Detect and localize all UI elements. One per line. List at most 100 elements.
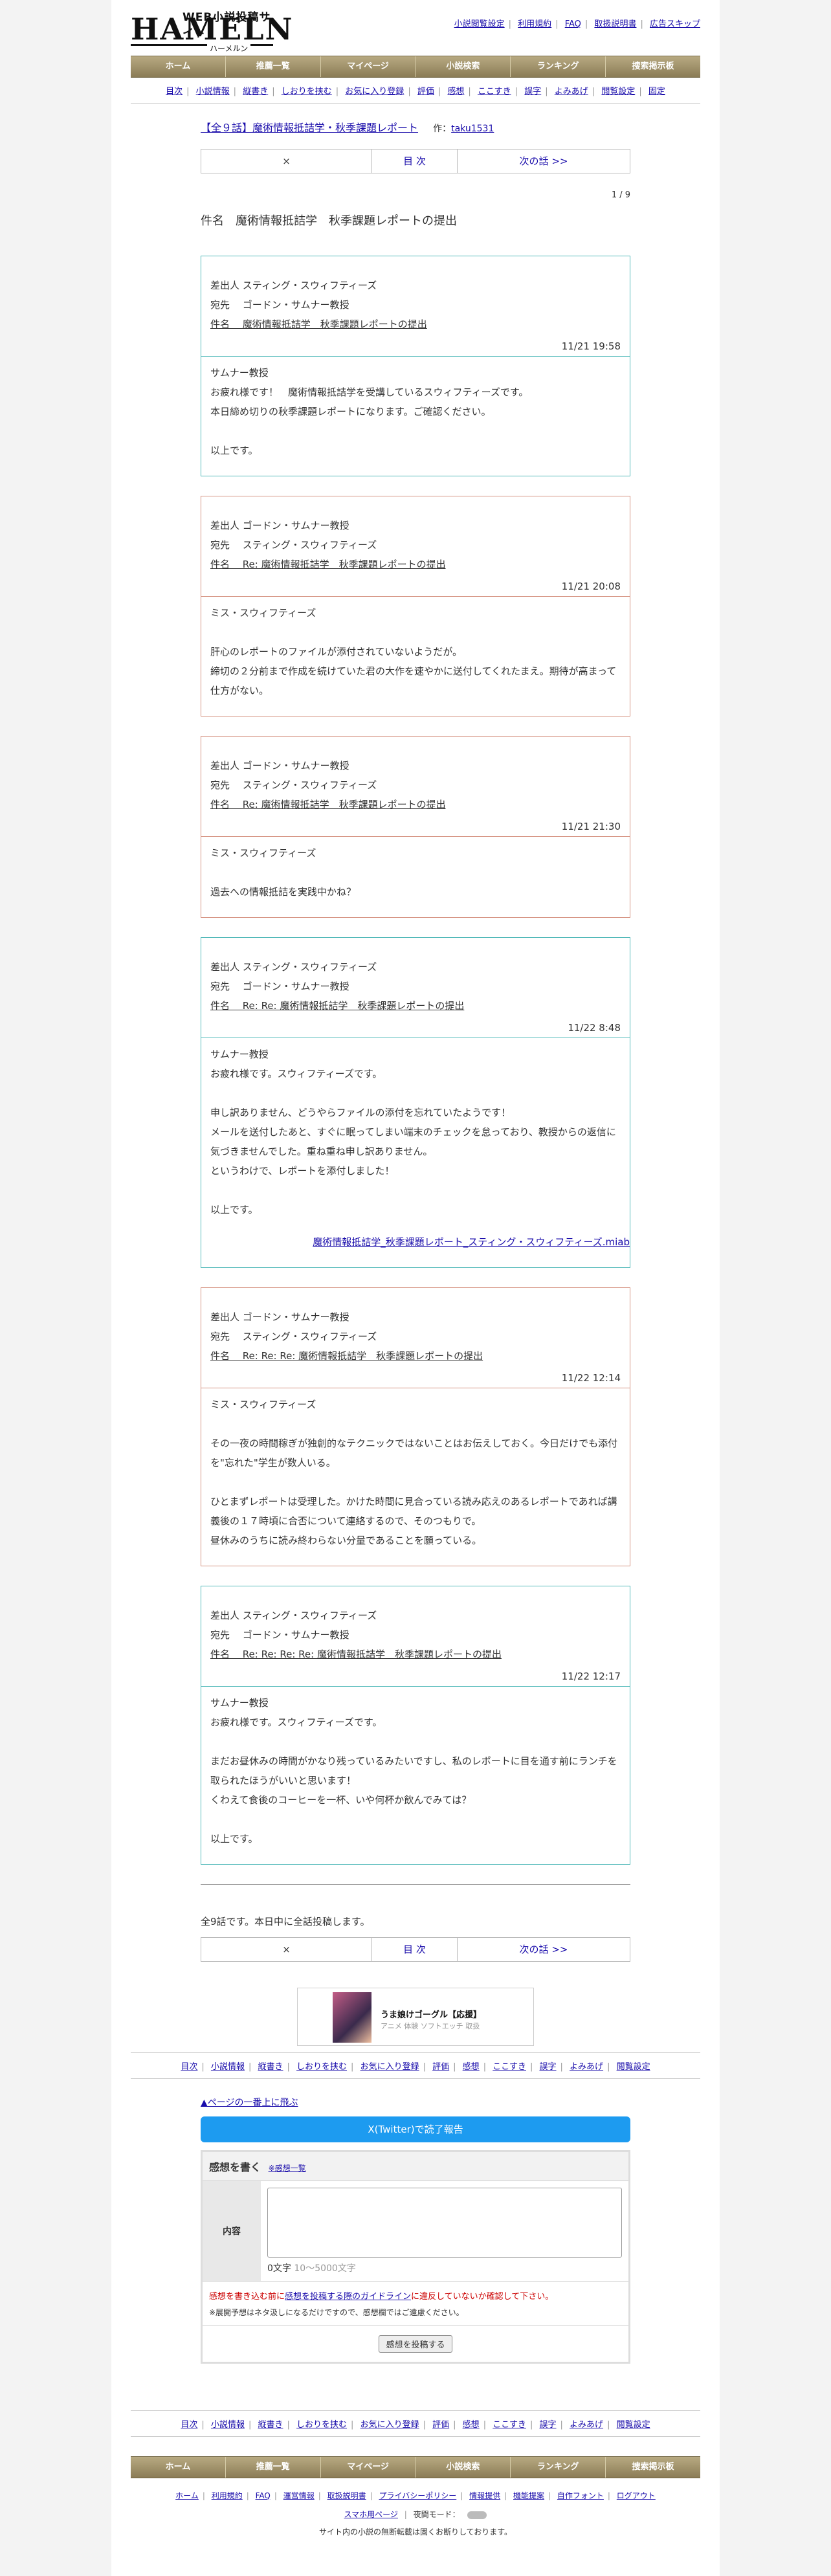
subnav-typo[interactable]: 誤字 xyxy=(524,87,541,96)
top-link-ad-skip[interactable]: 広告スキップ xyxy=(650,19,700,29)
mail-subject: 件名 Re: Re: Re: Re: 魔術情報抵詰学 秋季課題レポートの提出 xyxy=(210,1649,502,1660)
footer-link-font[interactable]: 自作フォント xyxy=(557,2491,604,2500)
nav-ranking[interactable]: ランキング xyxy=(511,56,606,77)
page: WEB小説投稿サイト HAMELN ハーメルン 小説閲覧設定 | 利用規約 | FA… xyxy=(111,0,720,2576)
ad-banner[interactable]: うま娘けゴーグル【応援】 アニメ 体験 ソフトエッチ 取扱 xyxy=(297,1988,534,2046)
warn-suffix: に違反していないか確認して下さい。 xyxy=(411,2292,554,2302)
mail-line: お疲れ様です。スウィフティーズです。 xyxy=(210,1716,382,1728)
subnav-bookmark[interactable]: しおりを挟む xyxy=(282,87,332,96)
nav-ranking[interactable]: ランキング xyxy=(511,2457,606,2478)
footer-link-manual[interactable]: 取扱説明書 xyxy=(327,2491,366,2500)
nav-search[interactable]: 小説検索 xyxy=(416,2457,511,2478)
subnav-typo[interactable]: 誤字 xyxy=(540,2062,557,2072)
subnav-rating[interactable]: 評価 xyxy=(432,2420,449,2430)
subnav-read-aloud[interactable]: よみあげ xyxy=(570,2062,603,2072)
mail-3: 差出人 ゴードン・サムナー教授 宛先 スティング・スウィフティーズ 件名 Re:… xyxy=(201,736,630,918)
nav-board[interactable]: 捜索掲示板 xyxy=(606,56,700,77)
subnav-vertical[interactable]: 縦書き xyxy=(258,2420,283,2430)
submit-review-button[interactable]: 感想を投稿する xyxy=(379,2335,452,2353)
subnav-read-aloud[interactable]: よみあげ xyxy=(555,87,588,96)
mail-4: 差出人 スティング・スウィフティーズ 宛先 ゴードン・サムナー教授 件名 Re:… xyxy=(201,937,630,1268)
subnav-review[interactable]: 感想 xyxy=(447,87,464,96)
subnav-rating[interactable]: 評価 xyxy=(432,2062,449,2072)
subnav-kokosuki[interactable]: ここすき xyxy=(493,2062,526,2072)
mail-from: 差出人 ゴードン・サムナー教授 xyxy=(210,760,349,772)
top-link-terms[interactable]: 利用規約 xyxy=(518,19,551,29)
author-link[interactable]: taku1531 xyxy=(451,124,494,134)
attachment-link[interactable]: 魔術情報抵詰学_秋季課題レポート_スティング・スウィフティーズ.miab xyxy=(313,1236,630,1248)
subnav-view-settings[interactable]: 閲覧設定 xyxy=(617,2420,650,2430)
guideline-link[interactable]: 感想を投稿する際のガイドライン xyxy=(285,2292,411,2302)
footer-link-home[interactable]: ホーム xyxy=(175,2491,199,2500)
site-logo[interactable]: WEB小説投稿サイト HAMELN ハーメルン xyxy=(131,4,293,54)
subnav-read-aloud[interactable]: よみあげ xyxy=(570,2420,603,2430)
pager-bottom: × 目 次 次の話 >> xyxy=(201,1937,630,1962)
mail-6: 差出人 スティング・スウィフティーズ 宛先 ゴードン・サムナー教授 件名 Re:… xyxy=(201,1586,630,1865)
footer-link-report[interactable]: 情報提供 xyxy=(469,2491,500,2500)
footer-link-faq[interactable]: FAQ xyxy=(256,2491,271,2500)
mail-subject: 件名 魔術情報抵詰学 秋季課題レポートの提出 xyxy=(210,318,427,330)
subnav-review[interactable]: 感想 xyxy=(463,2420,480,2430)
subnav-favorite[interactable]: お気に入り登録 xyxy=(360,2420,419,2430)
footer-link-logout[interactable]: ログアウト xyxy=(617,2491,656,2500)
pager-toc[interactable]: 目 次 xyxy=(372,150,458,173)
footer-link-operation[interactable]: 運営情報 xyxy=(283,2491,315,2500)
pager-toc[interactable]: 目 次 xyxy=(372,1938,458,1961)
nav-recommend[interactable]: 推薦一覧 xyxy=(226,2457,321,2478)
nav-home[interactable]: ホーム xyxy=(131,2457,226,2478)
subnav-info[interactable]: 小説情報 xyxy=(196,87,230,96)
subnav-bookmark[interactable]: しおりを挟む xyxy=(296,2420,347,2430)
pager-next[interactable]: 次の話 >> xyxy=(458,150,630,173)
night-mode-toggle[interactable] xyxy=(467,2511,487,2519)
pager-next[interactable]: 次の話 >> xyxy=(458,1938,630,1961)
footer-link-privacy[interactable]: プライバシーポリシー xyxy=(379,2491,456,2500)
mail-line: 以上です。 xyxy=(210,445,258,456)
nav-board[interactable]: 捜索掲示板 xyxy=(606,2457,700,2478)
subnav-review[interactable]: 感想 xyxy=(463,2062,480,2072)
mail-1: 差出人 スティング・スウィフティーズ 宛先 ゴードン・サムナー教授 件名 魔術情… xyxy=(201,256,630,476)
subnav-vertical[interactable]: 縦書き xyxy=(258,2062,283,2072)
subnav-pin[interactable]: 固定 xyxy=(648,87,665,96)
footer-link-suggest[interactable]: 機能提案 xyxy=(513,2491,544,2500)
page-number: 1 / 9 xyxy=(611,190,630,200)
mobile-page-link[interactable]: スマホ用ページ xyxy=(344,2510,398,2519)
top-link-manual[interactable]: 取扱説明書 xyxy=(594,19,636,29)
mail-line: ミス・スウィフティーズ xyxy=(210,1399,316,1410)
mail-date: 11/21 19:58 xyxy=(561,340,621,352)
spoiler-note: ※展開予想はネタ汲しになるだけですので、感想欄ではご遠慮ください。 xyxy=(203,2304,628,2326)
nav-search[interactable]: 小説検索 xyxy=(416,56,511,77)
chapter-title[interactable]: 【全９話】魔術情報抵詰学・秋季課題レポート xyxy=(201,122,418,134)
subnav-info[interactable]: 小説情報 xyxy=(211,2062,245,2072)
mail-from: 差出人 スティング・スウィフティーズ xyxy=(210,1610,377,1621)
x-share-button[interactable]: X(Twitter)で読了報告 xyxy=(201,2116,630,2142)
mail-line: サムナー教授 xyxy=(210,1697,269,1709)
footer-link-terms[interactable]: 利用規約 xyxy=(212,2491,243,2500)
top-link-view-settings[interactable]: 小説閲覧設定 xyxy=(454,19,505,29)
subnav-favorite[interactable]: お気に入り登録 xyxy=(345,87,404,96)
mail-header: 差出人 ゴードン・サムナー教授 宛先 スティング・スウィフティーズ 件名 Re:… xyxy=(201,496,630,596)
mail-line: お疲れ様です！ 魔術情報抵詰学を受講しているスウィフティーズです。 xyxy=(210,386,529,398)
subnav-kokosuki[interactable]: ここすき xyxy=(493,2420,526,2430)
review-row: 内容 0文字 10～5000文字 xyxy=(203,2181,628,2282)
nav-mypage[interactable]: マイページ xyxy=(321,56,416,77)
nav-mypage[interactable]: マイページ xyxy=(321,2457,416,2478)
subnav-vertical[interactable]: 縦書き xyxy=(243,87,268,96)
subnav-typo[interactable]: 誤字 xyxy=(540,2420,557,2430)
back-to-top-link[interactable]: ▲ページの一番上に飛ぶ xyxy=(201,2098,298,2108)
subnav-toc[interactable]: 目次 xyxy=(166,87,183,96)
subnav-favorite[interactable]: お気に入り登録 xyxy=(360,2062,419,2072)
subnav-kokosuki[interactable]: ここすき xyxy=(478,87,511,96)
review-textarea[interactable] xyxy=(267,2188,622,2258)
review-list-link[interactable]: ※感想一覧 xyxy=(269,2164,306,2173)
nav-recommend[interactable]: 推薦一覧 xyxy=(226,56,321,77)
subnav-bookmark[interactable]: しおりを挟む xyxy=(296,2062,347,2072)
subnav-toc[interactable]: 目次 xyxy=(181,2420,197,2430)
subnav-view-settings[interactable]: 閲覧設定 xyxy=(601,87,635,96)
subnav-view-settings[interactable]: 閲覧設定 xyxy=(617,2062,650,2072)
subnav-rating[interactable]: 評価 xyxy=(417,87,434,96)
subnav-toc[interactable]: 目次 xyxy=(181,2062,197,2072)
top-link-faq[interactable]: FAQ xyxy=(565,19,581,29)
subnav-info[interactable]: 小説情報 xyxy=(211,2420,245,2430)
mail-line: ひとまずレポートは受理した。かけた時間に見合っている読み応えのあるレポートであれ… xyxy=(210,1496,617,1527)
nav-home[interactable]: ホーム xyxy=(131,56,226,77)
